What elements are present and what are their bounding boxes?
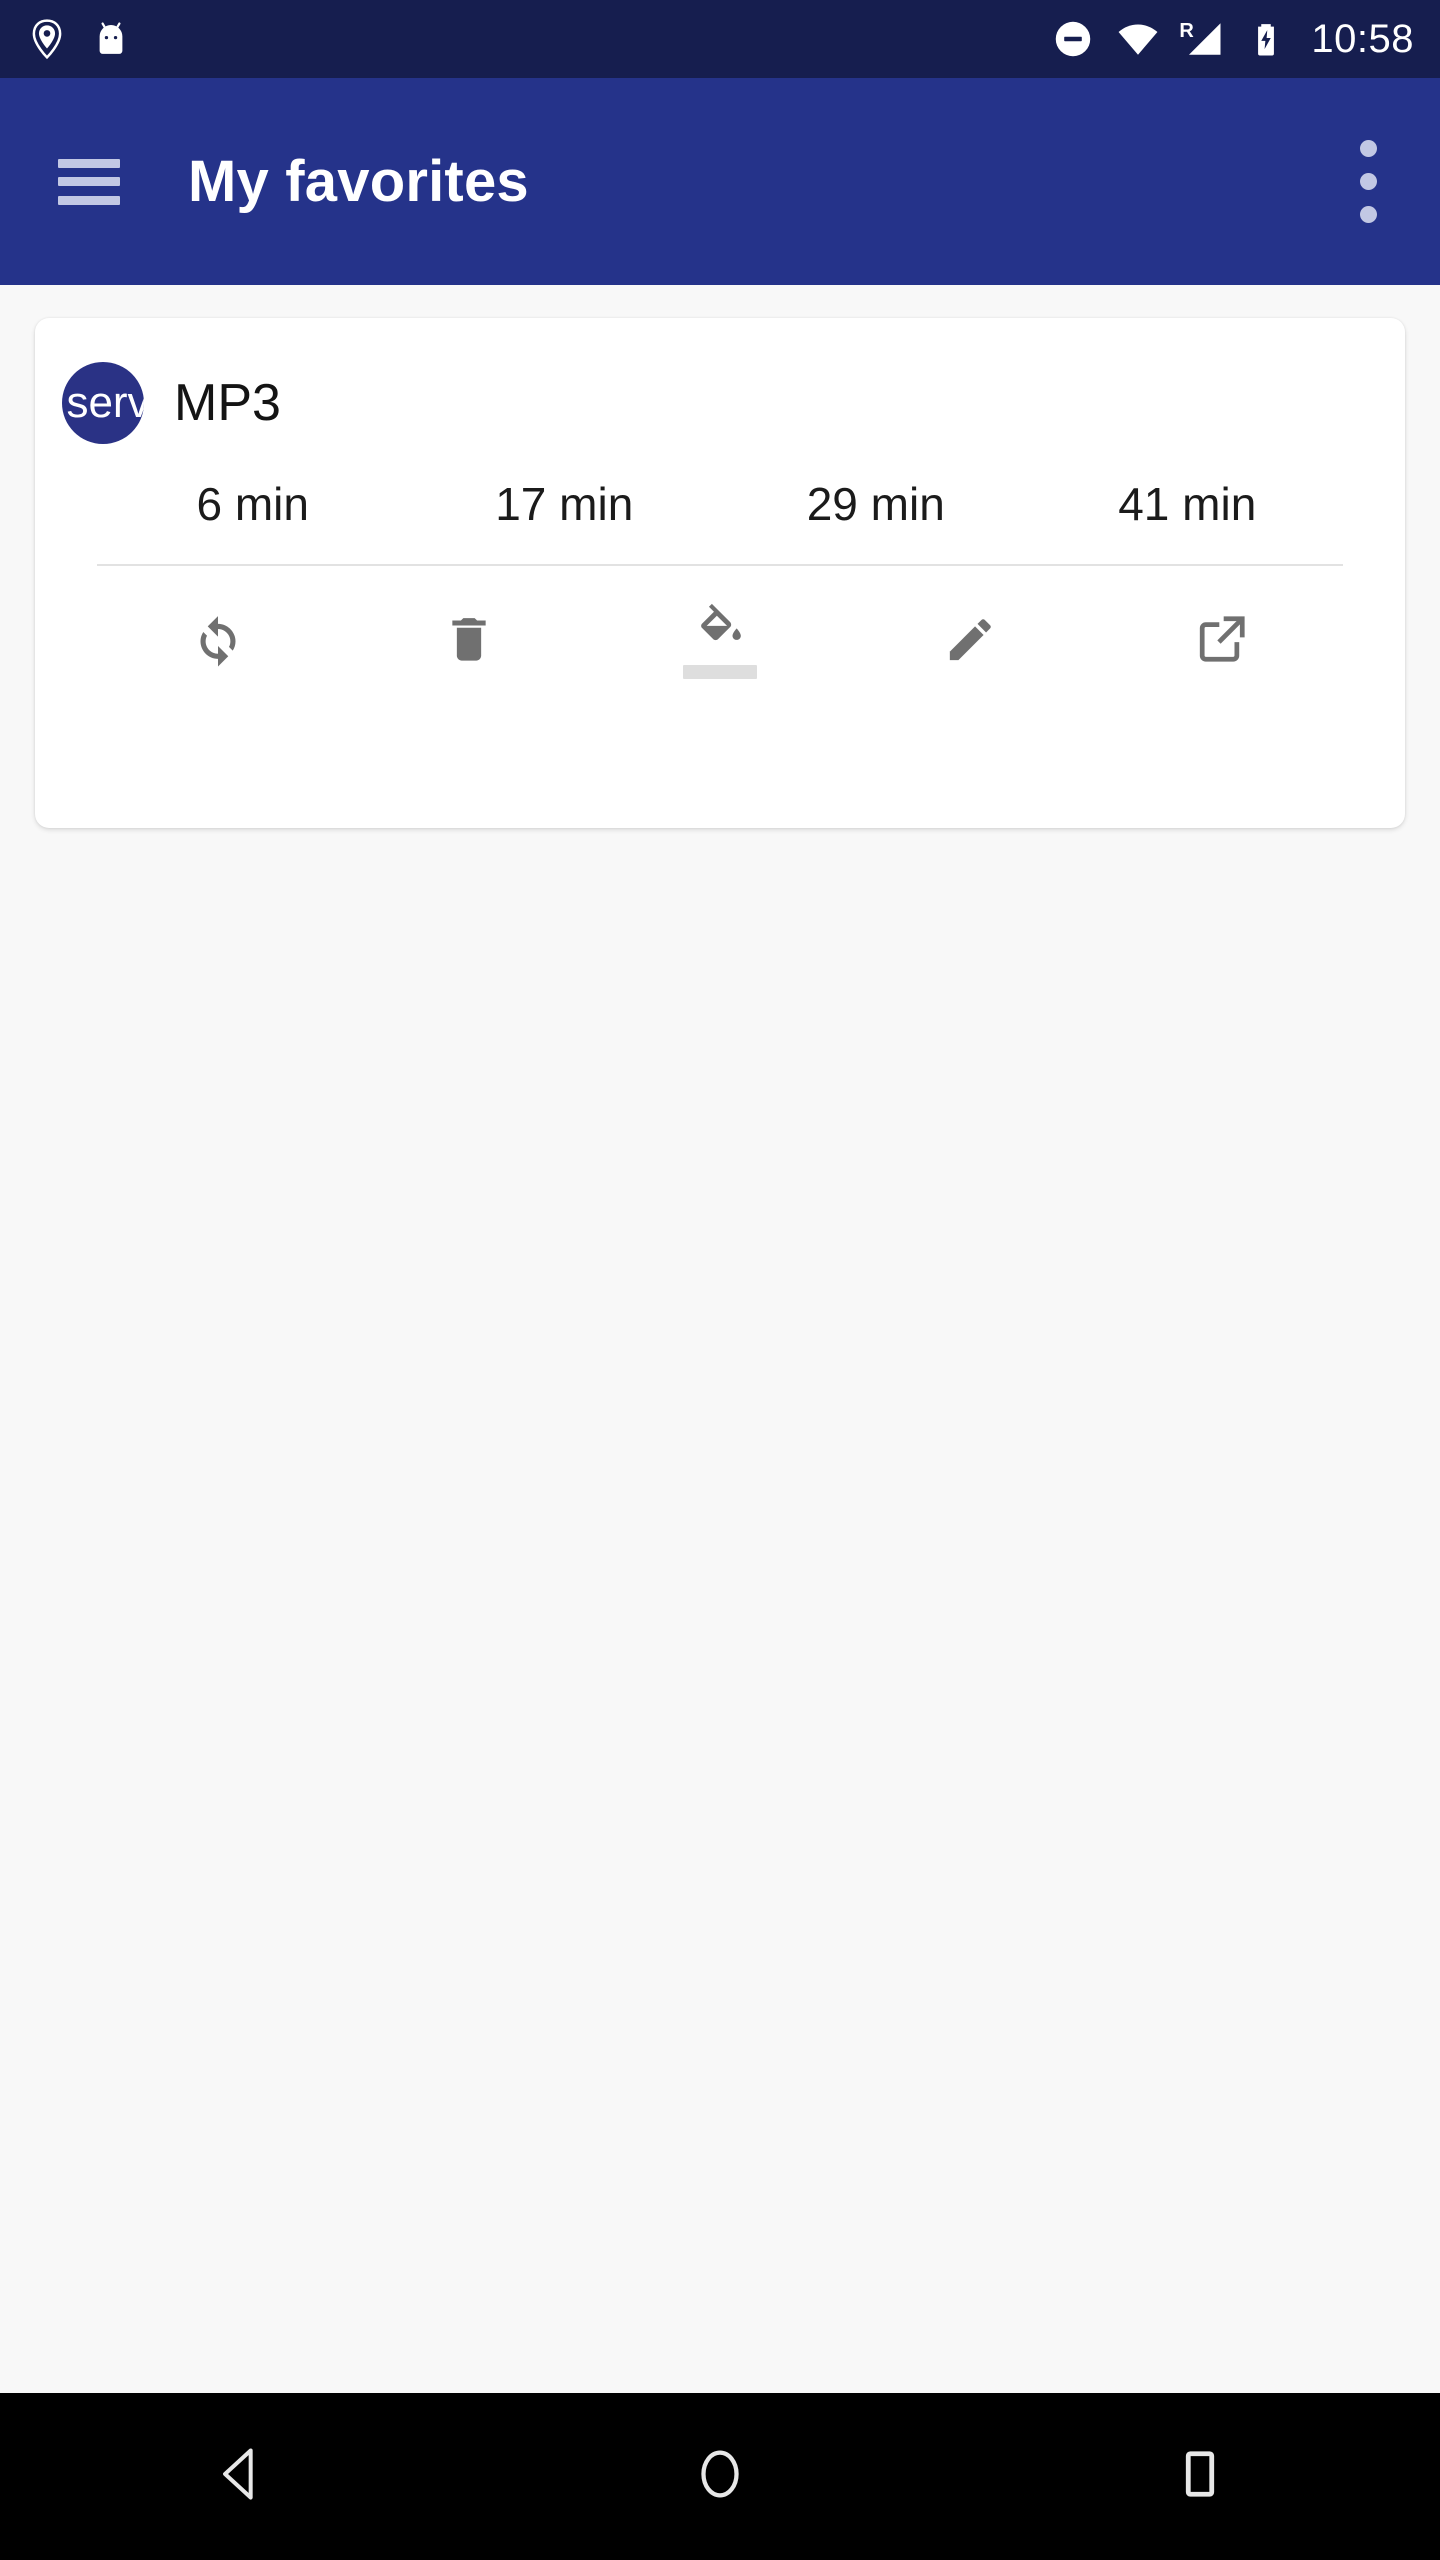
menu-icon-bar <box>58 158 120 168</box>
open-in-new-icon <box>1195 612 1249 671</box>
nav-home-button[interactable] <box>480 2393 960 2560</box>
refresh-icon <box>190 611 246 672</box>
content-area: serv MP3 6 min 17 min 29 min 41 min <box>0 285 1440 2393</box>
fill-color-button[interactable] <box>595 586 846 696</box>
do-not-disturb-icon <box>1051 17 1095 61</box>
edit-icon <box>944 612 998 671</box>
roaming-indicator: R <box>1179 20 1194 42</box>
menu-icon-bar <box>58 177 120 186</box>
more-vert-dot <box>1359 173 1377 190</box>
avatar: serv <box>62 362 144 444</box>
format-color-fill-icon <box>693 603 747 658</box>
avatar-label: serv <box>66 378 144 427</box>
menu-icon-bar <box>58 195 120 205</box>
card-header: serv MP3 <box>35 318 1405 450</box>
refresh-button[interactable] <box>93 586 344 696</box>
app-bar: My favorites <box>0 78 1440 285</box>
time-cell: 6 min <box>196 478 309 530</box>
location-shield-icon <box>26 18 68 60</box>
delete-button[interactable] <box>344 586 595 696</box>
nav-back-button[interactable] <box>0 2393 480 2560</box>
cellular-signal-icon: R <box>1179 17 1227 61</box>
status-bar-left-icons <box>26 18 132 60</box>
wifi-icon <box>1115 17 1161 61</box>
nav-recents-button[interactable] <box>960 2393 1440 2560</box>
card-actions <box>35 566 1405 716</box>
battery-charging-icon <box>1247 17 1285 61</box>
status-bar-clock: 10:58 <box>1311 16 1414 61</box>
back-triangle-icon <box>208 2442 272 2511</box>
open-in-new-button[interactable] <box>1096 586 1347 696</box>
time-cell: 29 min <box>806 478 945 530</box>
android-head-icon <box>90 18 132 60</box>
more-vert-dot <box>1359 140 1377 157</box>
time-cell: 41 min <box>1118 478 1257 530</box>
favorite-card[interactable]: serv MP3 6 min 17 min 29 min 41 min <box>35 318 1405 828</box>
delete-icon <box>442 612 496 671</box>
home-circle-icon <box>688 2442 752 2511</box>
time-cell: 17 min <box>495 478 634 530</box>
more-vert-icon[interactable] <box>1338 132 1398 232</box>
menu-icon[interactable] <box>58 158 120 205</box>
navigation-bar <box>0 2393 1440 2560</box>
page-title: My favorites <box>188 149 529 214</box>
fill-color-stack <box>682 603 757 679</box>
more-vert-dot <box>1359 206 1377 223</box>
times-row: 6 min 17 min 29 min 41 min <box>35 450 1405 558</box>
edit-button[interactable] <box>845 586 1096 696</box>
card-title: MP3 <box>174 374 281 432</box>
recents-square-icon <box>1168 2442 1232 2511</box>
status-bar-right-icons: R 10:58 <box>1051 17 1414 62</box>
fill-color-swatch <box>682 665 757 679</box>
status-bar: R 10:58 <box>0 0 1440 78</box>
